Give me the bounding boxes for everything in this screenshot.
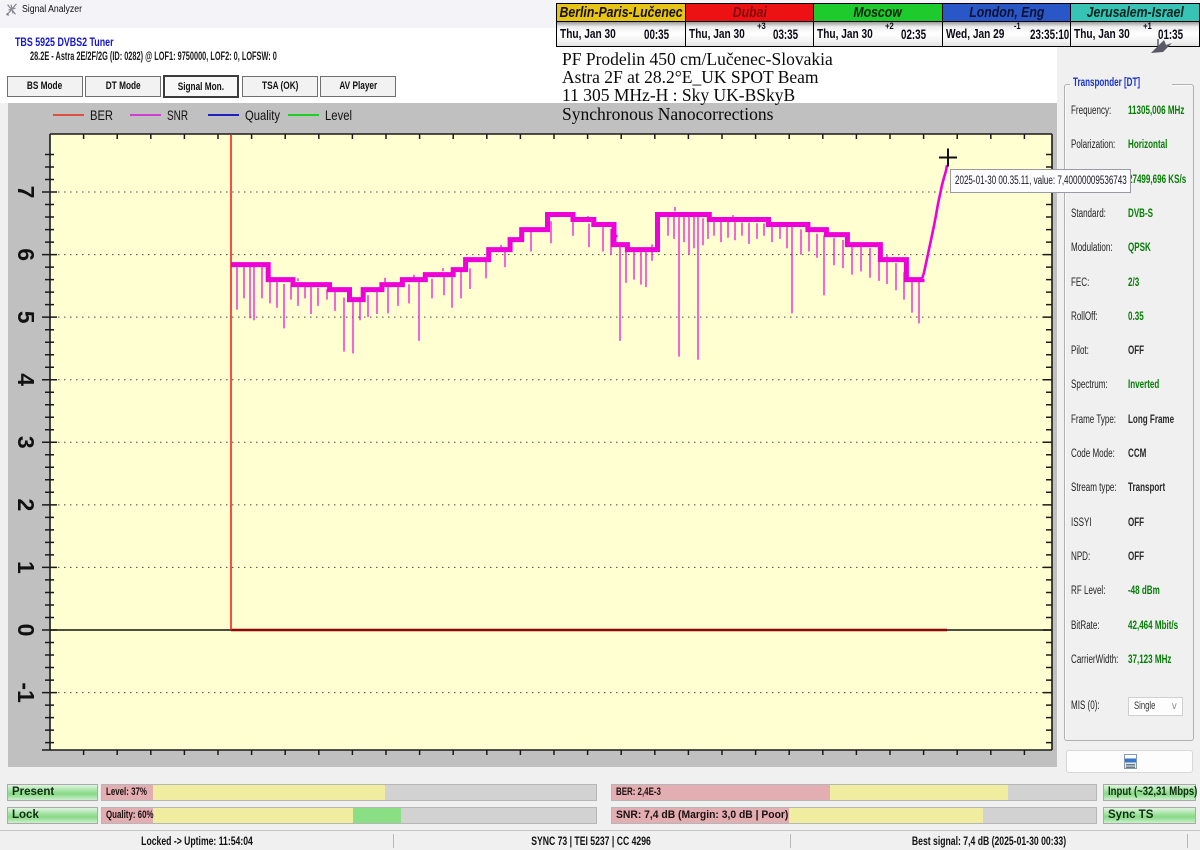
svg-text:2: 2 (13, 499, 39, 512)
svg-text:BER: BER (90, 107, 113, 123)
svg-text:4: 4 (13, 373, 39, 386)
svg-text:SNR: SNR (167, 107, 188, 123)
svg-text:7: 7 (13, 186, 39, 199)
svg-text:6: 6 (13, 248, 39, 261)
svg-text:1: 1 (13, 561, 39, 574)
svg-text:-1: -1 (13, 682, 39, 703)
svg-text:Level: Level (325, 107, 352, 123)
svg-text:Quality: Quality (245, 107, 280, 123)
svg-text:0: 0 (13, 624, 39, 637)
svg-text:3: 3 (13, 436, 39, 449)
svg-text:5: 5 (13, 311, 39, 324)
